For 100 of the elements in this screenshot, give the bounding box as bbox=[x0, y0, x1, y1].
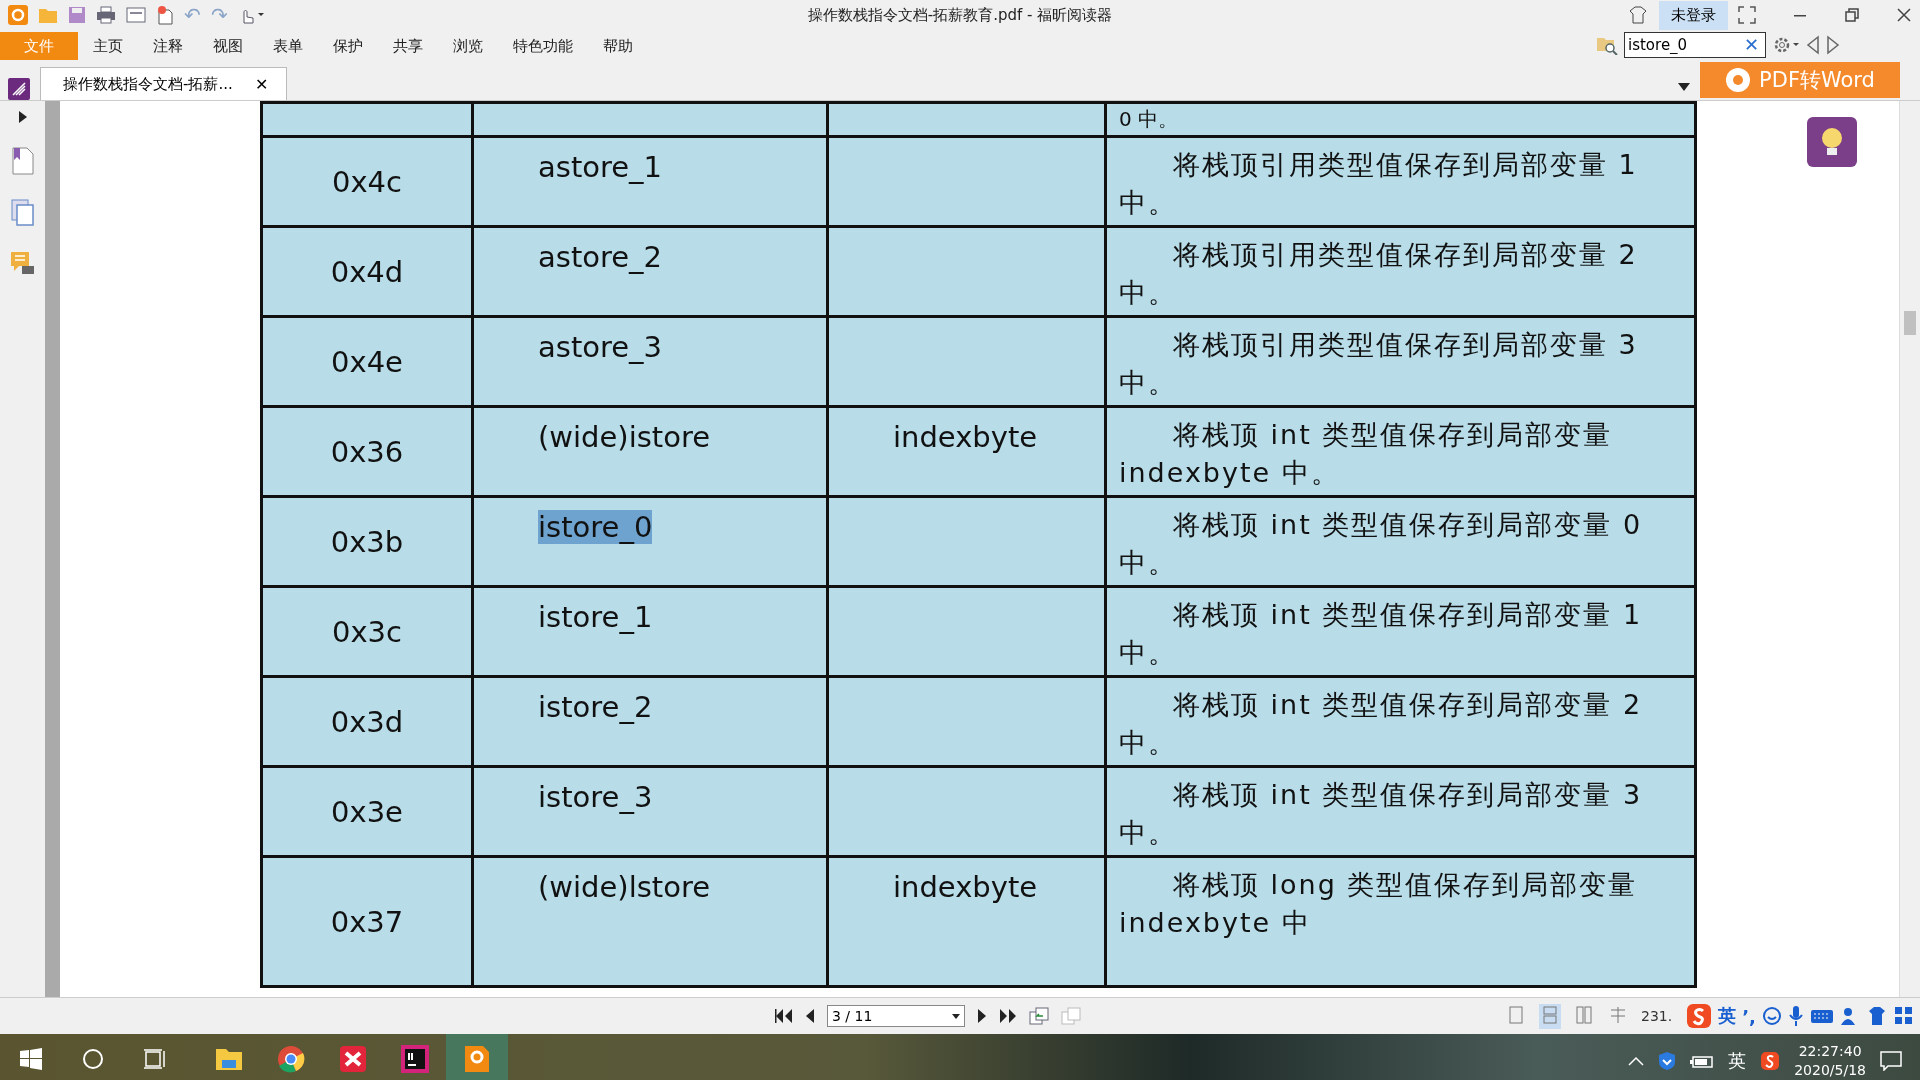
settings-icon[interactable] bbox=[1772, 35, 1800, 55]
description-text: 将栈顶 int 类型值保存到局部变量 2 中。 bbox=[1119, 688, 1644, 760]
menu-item[interactable]: 共享 bbox=[378, 32, 438, 60]
sogou-tray-icon[interactable] bbox=[1760, 1050, 1781, 1071]
page-layout-icon bbox=[1610, 1005, 1626, 1024]
opcode-cell: 0x4c bbox=[332, 164, 402, 199]
menu-item[interactable]: 视图 bbox=[198, 32, 258, 60]
search-field[interactable]: istore_0 ✕ bbox=[1624, 32, 1766, 58]
operand-cell: indexbyte bbox=[893, 870, 1038, 904]
mnemonic-cell: istore_1 bbox=[538, 600, 653, 634]
page-layout-icon bbox=[1576, 1005, 1592, 1024]
opcode-cell: 0x3d bbox=[330, 704, 404, 739]
previous-icon[interactable] bbox=[1806, 35, 1820, 55]
pen-logo-icon[interactable] bbox=[8, 78, 30, 100]
punctuation-toggle[interactable]: ’, bbox=[1742, 1005, 1756, 1027]
description-text: 将栈顶引用类型值保存到局部变量 2 中。 bbox=[1119, 238, 1639, 310]
clear-button[interactable]: ✕ bbox=[1741, 34, 1762, 56]
input-mode-toggle[interactable]: 英 bbox=[1718, 1004, 1737, 1028]
description-text: 将栈顶 int 类型值保存到局部变量 indexbyte 中。 bbox=[1119, 418, 1614, 490]
chrome-icon bbox=[276, 1044, 306, 1074]
mnemonic-cell: astore_2 bbox=[538, 240, 663, 274]
keyboard-icon[interactable] bbox=[1809, 1008, 1834, 1024]
clock-date[interactable]: 2020/5/18 bbox=[1794, 1062, 1866, 1078]
battery-icon[interactable] bbox=[1690, 1053, 1715, 1068]
chevron-up-icon[interactable] bbox=[1628, 1055, 1645, 1066]
opcode-cell: 0x3b bbox=[330, 524, 404, 559]
shield-icon[interactable] bbox=[1658, 1050, 1677, 1071]
opcode-cell: 0x3e bbox=[331, 794, 403, 829]
clock-time[interactable]: 22:27:40 bbox=[1798, 1043, 1862, 1059]
opcode-cell: 0x37 bbox=[330, 904, 404, 939]
menu-item[interactable]: 浏览 bbox=[438, 32, 498, 60]
dropdown-icon[interactable] bbox=[1678, 83, 1690, 91]
restore-icon[interactable] bbox=[1844, 7, 1860, 23]
tip-button[interactable] bbox=[1807, 117, 1857, 167]
mnemonic-cell: istore_3 bbox=[538, 780, 653, 814]
mnemonic-cell: istore_0 bbox=[538, 510, 653, 544]
task-view-icon bbox=[143, 1048, 167, 1070]
previous-page-icon[interactable] bbox=[805, 1008, 815, 1024]
microphone-icon[interactable] bbox=[1787, 1005, 1804, 1027]
circle-icon bbox=[82, 1048, 104, 1070]
next-view-icon bbox=[1061, 1007, 1081, 1025]
print-icon[interactable] bbox=[96, 6, 116, 24]
description-text: 将栈顶 int 类型值保存到局部变量 0 中。 bbox=[1119, 508, 1644, 580]
smiley-icon[interactable] bbox=[1761, 1006, 1782, 1026]
page-layout-icon bbox=[1508, 1005, 1524, 1024]
pages-icon[interactable] bbox=[10, 199, 35, 227]
first-page-icon[interactable] bbox=[775, 1008, 793, 1024]
last-page-icon[interactable] bbox=[999, 1008, 1017, 1024]
page-layout-icon bbox=[1542, 1005, 1558, 1024]
page-number-field[interactable]: 3 / 11 bbox=[827, 1005, 965, 1027]
opcode-cell: 0x4e bbox=[331, 344, 403, 379]
bookmark-page-icon[interactable] bbox=[10, 147, 35, 175]
document-tab[interactable]: 操作数栈指令文档-拓薪... ✕ bbox=[40, 67, 287, 100]
window-icon[interactable] bbox=[126, 7, 146, 23]
mnemonic-cell: (wide)lstore bbox=[538, 870, 711, 904]
next-icon[interactable] bbox=[1826, 35, 1840, 55]
window-title: 操作数栈指令文档-拓薪教育.pdf - 福昕阅读器 bbox=[807, 5, 1113, 24]
xmind-icon bbox=[338, 1044, 368, 1074]
lightbulb-icon bbox=[1819, 126, 1845, 158]
windows-logo-icon bbox=[20, 1048, 42, 1070]
description-text: 将栈顶 int 类型值保存到局部变量 1 中。 bbox=[1119, 598, 1644, 670]
close-icon[interactable] bbox=[1896, 7, 1912, 23]
description-text: 将栈顶 int 类型值保存到局部变量 3 中。 bbox=[1119, 778, 1644, 850]
next-page-icon[interactable] bbox=[977, 1008, 987, 1024]
description-text: 将栈顶引用类型值保存到局部变量 3 中。 bbox=[1119, 328, 1639, 400]
description-text: 将栈顶 long 类型值保存到局部变量 indexbyte 中 bbox=[1119, 868, 1639, 940]
menu-item[interactable]: 表单 bbox=[258, 32, 318, 60]
description-text: 将栈顶引用类型值保存到局部变量 1 中。 bbox=[1119, 148, 1639, 220]
intellij-icon bbox=[400, 1044, 430, 1074]
mnemonic-cell: astore_1 bbox=[538, 150, 663, 184]
expand-arrow-icon[interactable] bbox=[18, 111, 27, 123]
mnemonic-cell: astore_3 bbox=[538, 330, 663, 364]
shirt-icon[interactable] bbox=[1627, 5, 1649, 25]
opcode-cell: 0x36 bbox=[330, 434, 404, 469]
login-button[interactable]: 未登录 bbox=[1659, 0, 1728, 30]
mnemonic-cell: (wide)istore bbox=[538, 420, 711, 454]
menu-item[interactable]: 保护 bbox=[318, 32, 378, 60]
description-text: 0 中。 bbox=[1119, 106, 1180, 132]
search-folder-icon[interactable] bbox=[1596, 35, 1618, 55]
operand-cell: indexbyte bbox=[893, 420, 1038, 454]
zoom-level[interactable]: 231. bbox=[1641, 1008, 1673, 1024]
dropdown-icon[interactable] bbox=[952, 1013, 960, 1019]
opcode-cell: 0x4d bbox=[330, 254, 404, 289]
input-language-indicator[interactable]: 英 bbox=[1728, 1048, 1747, 1073]
foxit-taskbar-button[interactable] bbox=[446, 1034, 508, 1080]
close-tab-button[interactable]: ✕ bbox=[248, 73, 274, 95]
comments-icon[interactable] bbox=[9, 251, 36, 277]
tab-label: 操作数栈指令文档-拓薪... bbox=[63, 74, 233, 94]
opcode-cell: 0x3c bbox=[332, 614, 402, 649]
new-document-icon[interactable] bbox=[156, 5, 174, 25]
menu-item[interactable]: 注释 bbox=[138, 32, 198, 60]
foxit-icon bbox=[462, 1044, 492, 1074]
menu-item[interactable]: 特色功能 bbox=[498, 32, 588, 60]
notification-icon[interactable] bbox=[1880, 1050, 1902, 1071]
menu-item[interactable]: 帮助 bbox=[588, 32, 648, 60]
menu-item[interactable]: 主页 bbox=[78, 32, 138, 60]
sogou-logo-icon[interactable] bbox=[1686, 1003, 1713, 1029]
previous-view-icon[interactable] bbox=[1029, 1007, 1049, 1025]
fullscreen-icon[interactable] bbox=[1738, 6, 1756, 24]
grid-icon[interactable] bbox=[1893, 1006, 1914, 1026]
